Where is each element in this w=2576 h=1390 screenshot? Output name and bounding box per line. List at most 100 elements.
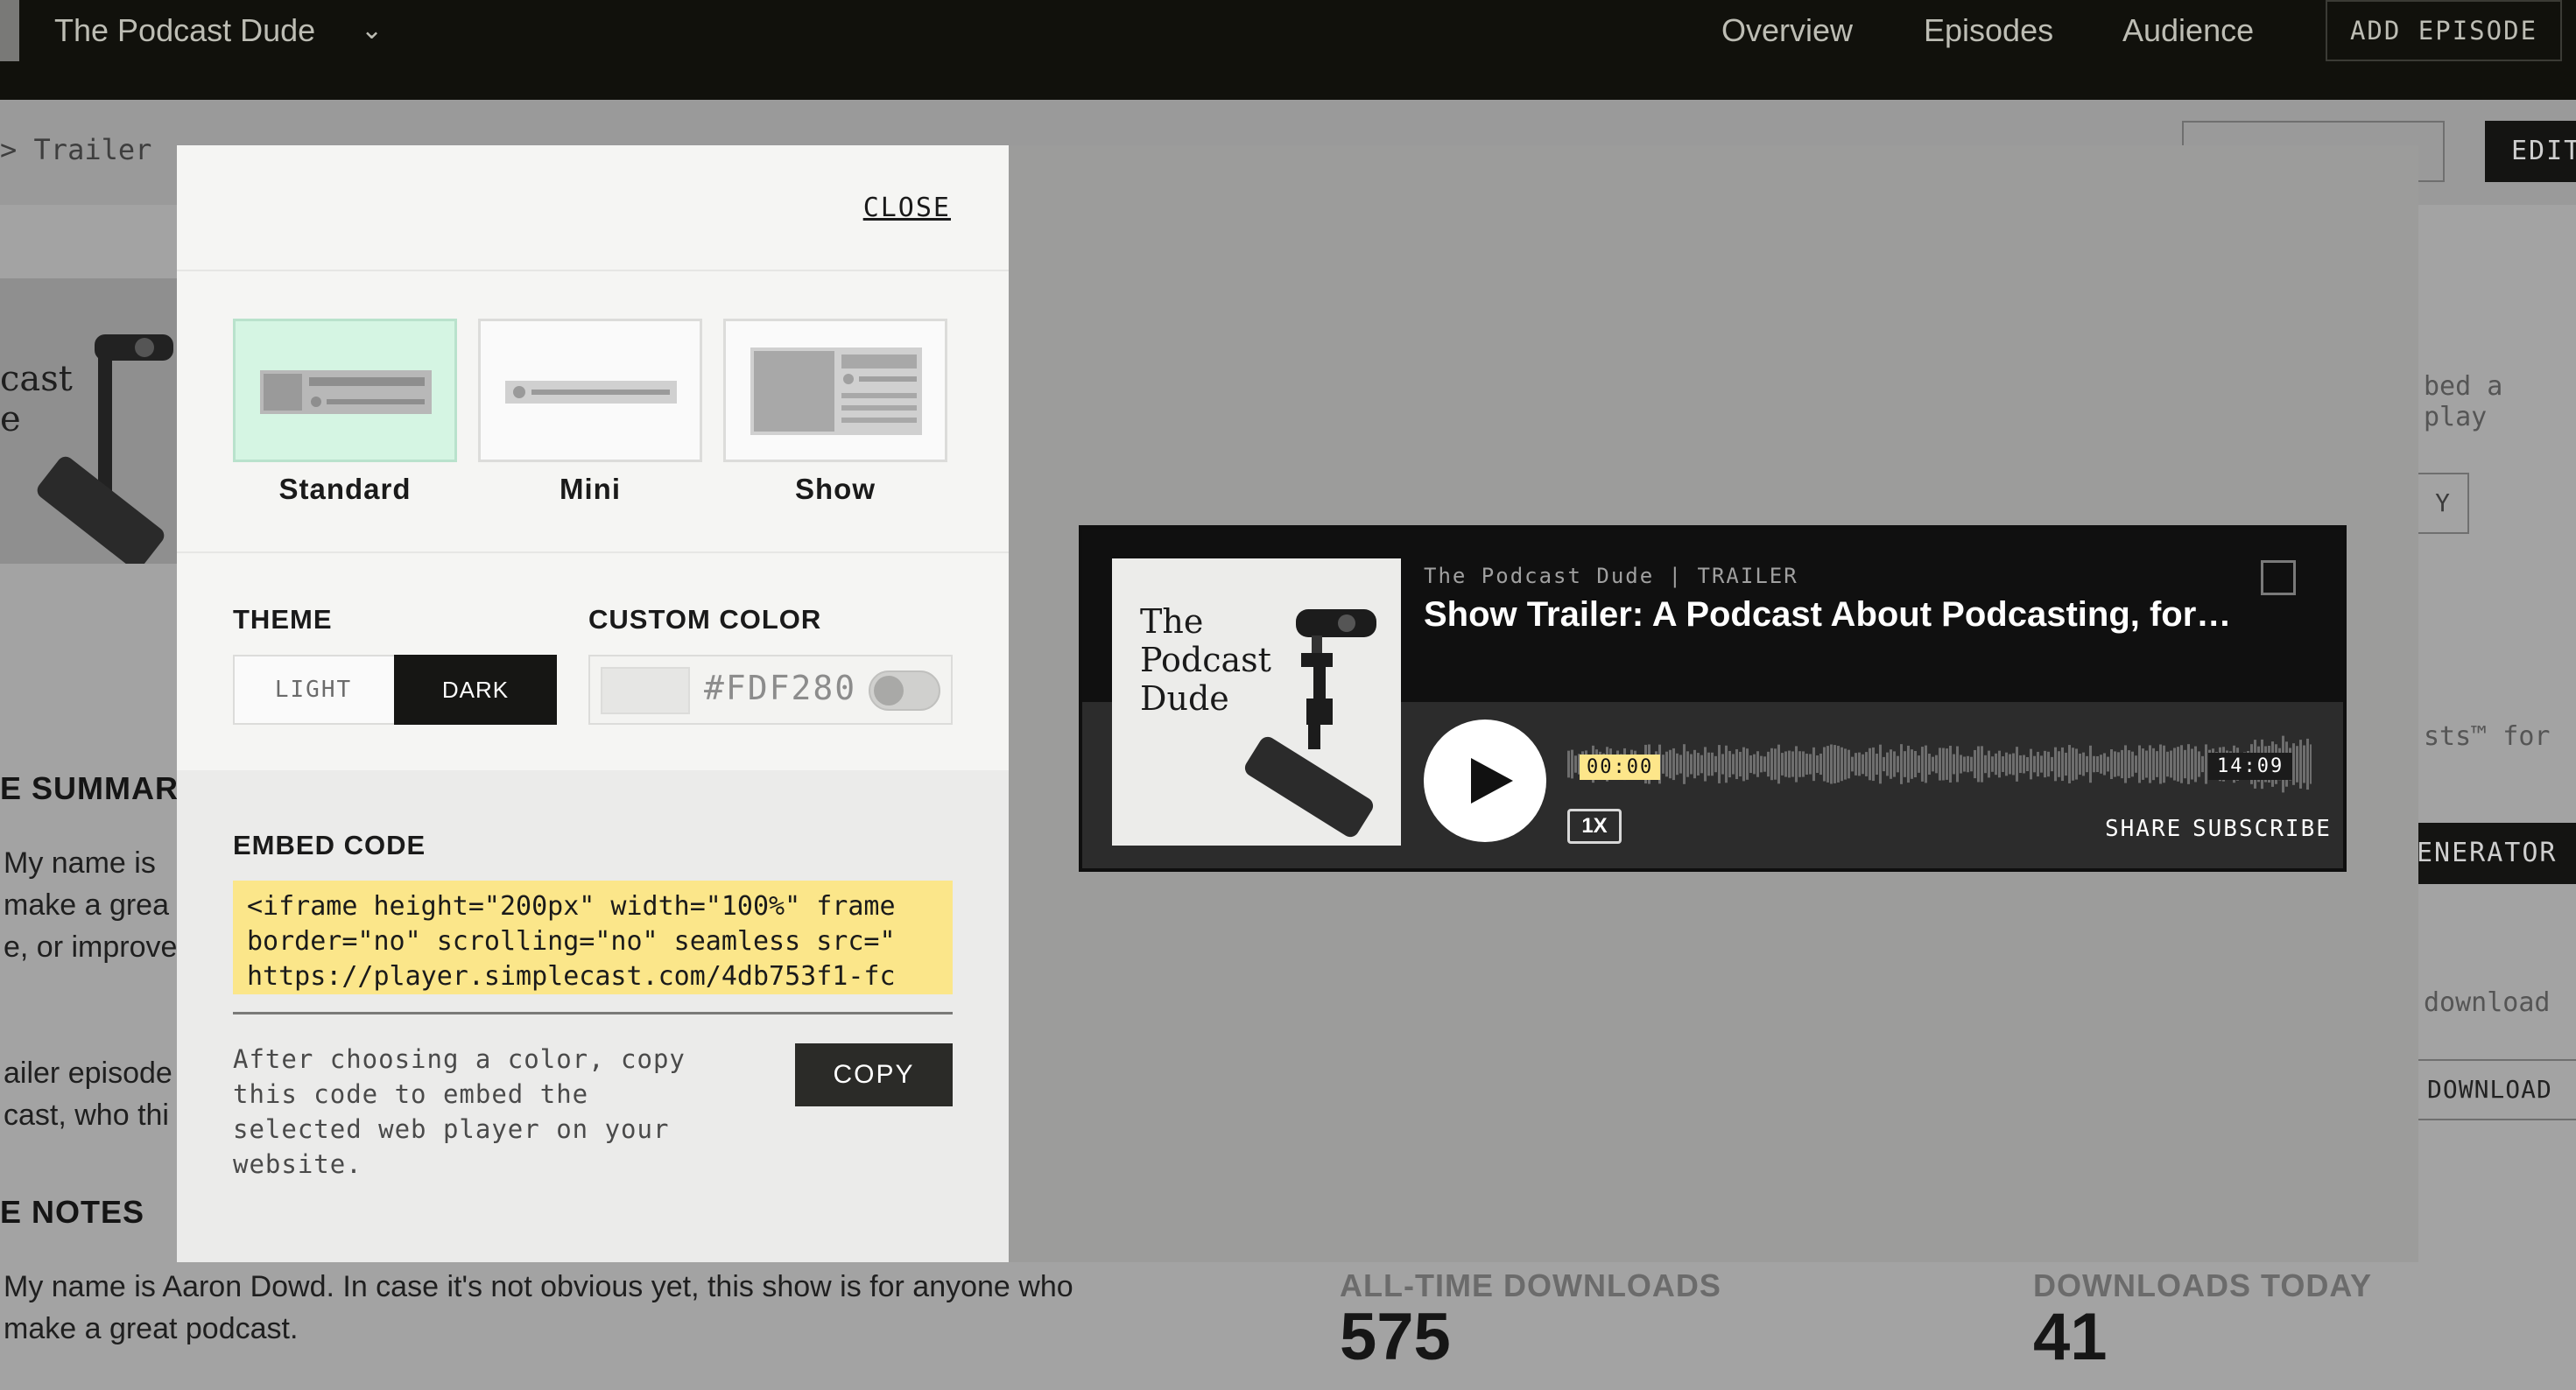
waveform-bar (1725, 745, 1728, 783)
divider (177, 551, 1009, 553)
subscribe-button[interactable]: SUBSCRIBE (2192, 816, 2332, 842)
waveform-bar (1798, 751, 1801, 777)
breadcrumb[interactable]: > Trailer (0, 133, 151, 166)
waveform-bar (2191, 748, 2193, 780)
theme-light-option[interactable]: LIGHT (235, 656, 392, 723)
player-style-mini[interactable] (478, 319, 702, 462)
waveform-bar (2156, 751, 2158, 777)
waveform-bar (2173, 748, 2176, 781)
waveform-bar (2100, 755, 2102, 774)
waveform-bar (2299, 740, 2302, 789)
custom-color-label: CUSTOM COLOR (588, 604, 822, 635)
embed-code-text[interactable]: <iframe height="200px" width="100%" fram… (247, 889, 947, 994)
trailer-line: ailer episode (4, 1057, 172, 1090)
waveform-bar (2093, 755, 2095, 773)
nav-overview[interactable]: Overview (1721, 11, 1853, 51)
waveform-bar (1732, 754, 1735, 775)
waveform-bar (2054, 747, 2057, 782)
theme-dark-option[interactable]: DARK (394, 655, 557, 725)
waveform-bar (2103, 753, 2106, 776)
summary-line: e, or improve (4, 930, 178, 964)
waveform-bar (1862, 754, 1864, 775)
waveform-bar (2040, 755, 2043, 773)
waveform-bar (2110, 748, 2113, 780)
playback-speed-button[interactable]: 1X (1567, 809, 1622, 844)
color-hex-value[interactable]: #FDF280 (704, 669, 856, 707)
waveform-bar (1883, 756, 1885, 772)
waveform-bar (1974, 749, 1976, 779)
waveform-bar (1777, 744, 1780, 784)
podcast-meta: The Podcast Dude | TRAILER (1424, 564, 1798, 588)
waveform-bar (2065, 752, 2067, 776)
waveform-bar (1781, 753, 1784, 776)
notes-heading: E NOTES (0, 1194, 145, 1230)
nav-episodes[interactable]: Episodes (1924, 11, 2053, 51)
waveform-bar (1855, 753, 1857, 776)
nav-audience[interactable]: Audience (2122, 11, 2254, 51)
waveform-bar (1679, 755, 1682, 774)
waveform-bar (2128, 750, 2130, 778)
custom-color-switch[interactable] (869, 670, 940, 711)
waveform-bar (1665, 751, 1668, 777)
play-button[interactable] (1424, 720, 1546, 842)
waveform-bar (1697, 753, 1700, 776)
waveform-bar (1746, 748, 1749, 780)
style-label-show: Show (795, 473, 876, 505)
copy-code-button[interactable]: COPY (795, 1043, 953, 1106)
waveform-bar (1742, 747, 1745, 782)
waveform-bar (1714, 755, 1717, 773)
waveform-bar (1995, 753, 1997, 776)
waveform-bar (1721, 754, 1724, 775)
waveform-bar (1991, 756, 1994, 772)
waveform-bar (1981, 746, 1983, 783)
waveform-bar (2082, 752, 2085, 776)
waveform-bar (1669, 749, 1672, 779)
player-style-show[interactable] (723, 319, 947, 462)
generator-button[interactable]: ENERATOR (2399, 823, 2576, 884)
edit-button[interactable]: EDIT (2485, 121, 2576, 182)
waveform-bar (1844, 748, 1847, 780)
waveform-bar (2180, 745, 2183, 783)
waveform-bar (1700, 755, 1703, 774)
waveform-bar (1711, 752, 1714, 776)
color-swatch[interactable] (601, 667, 690, 714)
waveform-bar (2009, 754, 2011, 775)
waveform-scrubber[interactable] (1567, 725, 2312, 804)
player-style-standard[interactable] (233, 319, 457, 462)
chevron-down-icon[interactable]: ⌄ (361, 11, 383, 51)
podcast-cover: The Podcast Dude (1112, 558, 1401, 846)
waveform-bar (2124, 745, 2127, 783)
mini-player-icon (505, 381, 677, 404)
podcast-title[interactable]: The Podcast Dude (54, 11, 315, 51)
waveform-bar (1760, 755, 1763, 773)
waveform-bar (1816, 755, 1819, 773)
waveform-bar (1763, 756, 1766, 772)
waveform-bar (2051, 756, 2053, 772)
theme-toggle: LIGHT DARK (233, 655, 557, 725)
simplecast-logo-icon[interactable] (2261, 560, 2296, 595)
waveform-bar (1686, 751, 1689, 777)
embed-help-text: After choosing a color, copy this code t… (233, 1044, 686, 1179)
waveform-bar (1942, 748, 1945, 781)
top-bar: The Podcast Dude ⌄ Overview Episodes Aud… (0, 0, 2576, 100)
waveform-bar (1812, 747, 1815, 782)
waveform-bar (1998, 750, 2001, 778)
add-episode-button[interactable]: ADD EPISODE (2326, 0, 2562, 61)
waveform-bar (2201, 755, 2204, 773)
download-button[interactable]: DOWNLOAD (2399, 1059, 2576, 1120)
waveform-bar (2005, 752, 2008, 776)
waveform-bar (1925, 745, 1927, 783)
waveform-bar (2187, 744, 2190, 784)
waveform-bar (1802, 751, 1805, 777)
waveform-bar (2310, 744, 2312, 784)
embed-code-box[interactable]: <iframe height="200px" width="100%" fram… (233, 881, 953, 994)
waveform-bar (1788, 750, 1791, 778)
waveform-bar (2135, 755, 2137, 773)
waveform-bar (1967, 755, 1969, 773)
share-button[interactable]: SHARE (2105, 816, 2182, 842)
close-button[interactable]: CLOSE (863, 193, 951, 223)
logo-icon[interactable] (0, 0, 19, 61)
waveform-bar (1841, 747, 1843, 782)
waveform-bar (1571, 749, 1573, 779)
summary-line: My name is (4, 846, 156, 880)
